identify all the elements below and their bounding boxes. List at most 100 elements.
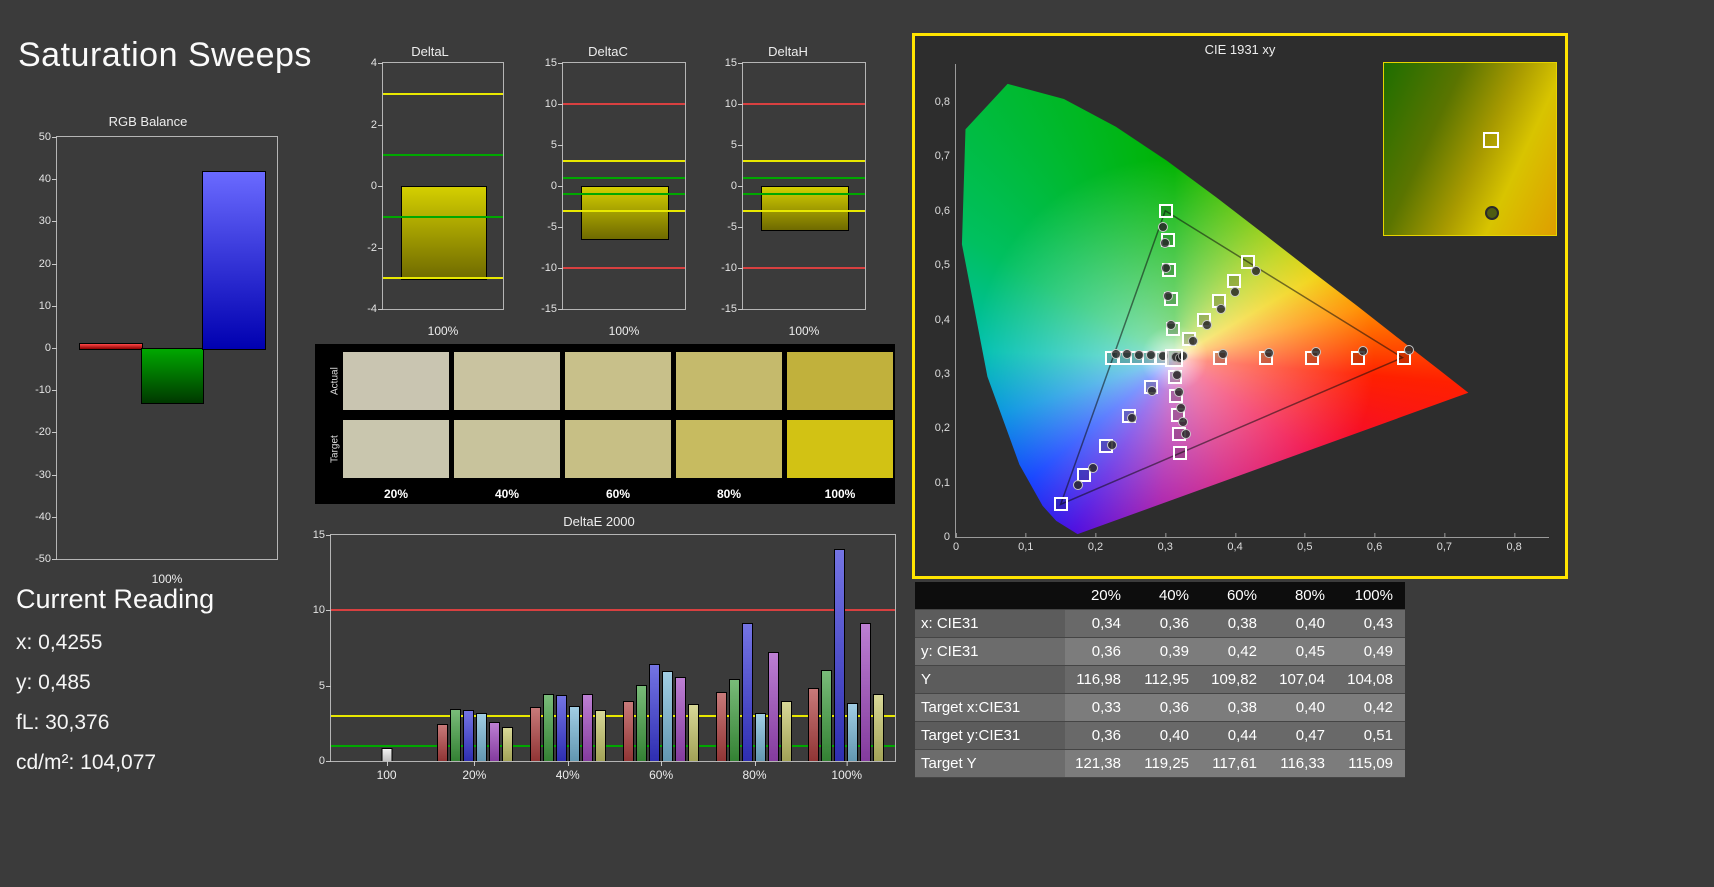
delta-e-bar-cyan [475, 713, 487, 761]
cie-target-square [1158, 203, 1173, 218]
saturation-sweeps-page: Saturation Sweeps RGB Balance 50 40 30 20 10… [0, 0, 1714, 887]
delta-e-bar-green [542, 693, 554, 761]
delta-c-chart: DeltaC 15 10 5 0 -5 -10 -15 100% [526, 44, 690, 340]
reference-line [383, 277, 503, 280]
cie-y-tick-label: 0,8 [934, 96, 950, 109]
cie-measured-point [1126, 413, 1137, 424]
cie-y-tick-label: 0,5 [934, 259, 950, 272]
cie-measured-point [1121, 349, 1132, 360]
target-color-swatch [676, 420, 782, 478]
rgb-balance-chart: RGB Balance 50 40 30 20 10 0 -10 -20 -30 -40 -50 1… [12, 114, 284, 588]
cie-x-tick-label: 0,3 [1157, 533, 1173, 553]
y-tick-mark [738, 309, 743, 310]
y-tick-label: 5 [318, 679, 325, 692]
column-header: 100% [1354, 587, 1393, 604]
value-cell: 0,38 [1227, 615, 1257, 632]
target-swatch-row [343, 420, 893, 478]
table-row: Target x:CIE31 0,33 0,36 0,38 0,40 0,42 [915, 694, 1405, 722]
value-cell: 0,40 [1159, 727, 1189, 744]
value-cell: 0,36 [1159, 699, 1189, 716]
y-tick-mark [558, 268, 563, 269]
cie-y-tick-label: 0,7 [934, 150, 950, 163]
inset-measured-point [1485, 205, 1500, 220]
delta-e-bar-red [716, 692, 727, 761]
reference-line [743, 176, 865, 179]
value-cell: 0,36 [1091, 727, 1121, 744]
value-cell: 107,04 [1279, 671, 1325, 688]
delta-e-bar-cyan [661, 671, 673, 761]
delta-h-x-axis-label: 100% [788, 324, 820, 338]
cie-measured-point [1310, 347, 1321, 358]
y-tick-mark [738, 227, 743, 228]
y-tick-mark [52, 305, 57, 307]
delta-e-bar-yellow [872, 693, 884, 761]
delta-e-bar-magenta [674, 677, 686, 761]
row-label: Target x:CIE31 [915, 694, 1065, 721]
y-tick-label: -40 [35, 510, 51, 523]
bar-group [529, 535, 606, 761]
column-header: 40% [1158, 587, 1189, 604]
cie-x-tick-label: 0,5 [1297, 533, 1313, 553]
y-tick-label: 5 [550, 139, 557, 151]
reference-line [563, 160, 685, 163]
reference-line [743, 103, 865, 105]
table-row: Target Y 121,38 119,25 117,61 116,33 115,09 [915, 750, 1405, 778]
column-header: 20% [1090, 587, 1121, 604]
y-tick-mark [558, 227, 563, 228]
cie-measured-point [1404, 344, 1415, 355]
cie-measured-point [1188, 336, 1199, 347]
delta-e-bar-cyan [846, 702, 858, 761]
target-color-swatch [343, 420, 449, 478]
x-tick-label: 20% [462, 761, 487, 782]
value-cell: 0,43 [1363, 615, 1393, 632]
delta-e-bar-magenta [859, 622, 871, 761]
y-tick-label: -30 [35, 468, 51, 481]
current-reading-fl: fL: 30,376 [16, 711, 110, 734]
table-corner-cell [915, 582, 1065, 609]
value-cell: 0,40 [1295, 699, 1325, 716]
reference-line [383, 92, 503, 95]
delta-e-bar-yellow [687, 704, 699, 761]
row-label: Target Y [915, 750, 1065, 777]
saturation-step-label: 40% [494, 487, 520, 501]
y-tick-label: -10 [541, 262, 557, 274]
row-label: Y [915, 666, 1065, 693]
bar-group [436, 535, 513, 761]
delta-e-bar-red [807, 687, 819, 761]
y-tick-mark [52, 474, 57, 476]
y-tick-mark [558, 309, 563, 310]
reference-line [743, 209, 865, 212]
delta-e-bar-blue [833, 549, 845, 761]
row-label: x: CIE31 [915, 610, 1065, 637]
blue-balance-bar [202, 170, 266, 350]
value-cell: 112,95 [1144, 671, 1189, 688]
y-tick-label: 0 [730, 180, 737, 192]
delta-e-bar-green [820, 669, 832, 761]
cie-x-tick-label: 0,6 [1366, 533, 1383, 553]
bar-group [381, 535, 393, 761]
reference-line [383, 154, 503, 157]
delta-c-x-axis-label: 100% [608, 324, 640, 338]
y-tick-label: 2 [370, 118, 377, 131]
delta-e-bar-magenta [581, 693, 593, 761]
cie-measured-point [1088, 463, 1099, 474]
delta-l-x-axis-label: 100% [427, 324, 459, 338]
column-header: 80% [1294, 587, 1325, 604]
value-cell: 117,61 [1212, 755, 1257, 772]
cie-measured-point [1264, 348, 1275, 359]
y-tick-mark [378, 186, 383, 187]
saturation-step-label: 80% [716, 487, 742, 501]
delta-e-bar-yellow [501, 726, 513, 761]
current-reading-x: x: 0,4255 [16, 631, 103, 654]
y-tick-label: 0 [370, 180, 377, 192]
value-cell: 104,08 [1347, 671, 1393, 688]
y-tick-mark [326, 610, 331, 612]
column-header: 60% [1226, 587, 1257, 604]
current-reading-y: y: 0,485 [16, 671, 91, 694]
value-cell: 0,38 [1227, 699, 1257, 716]
cie-white-point-square [1165, 349, 1184, 368]
y-tick-mark [738, 186, 743, 187]
y-tick-mark [558, 104, 563, 105]
reference-line [563, 193, 685, 196]
actual-color-swatch [454, 352, 560, 410]
